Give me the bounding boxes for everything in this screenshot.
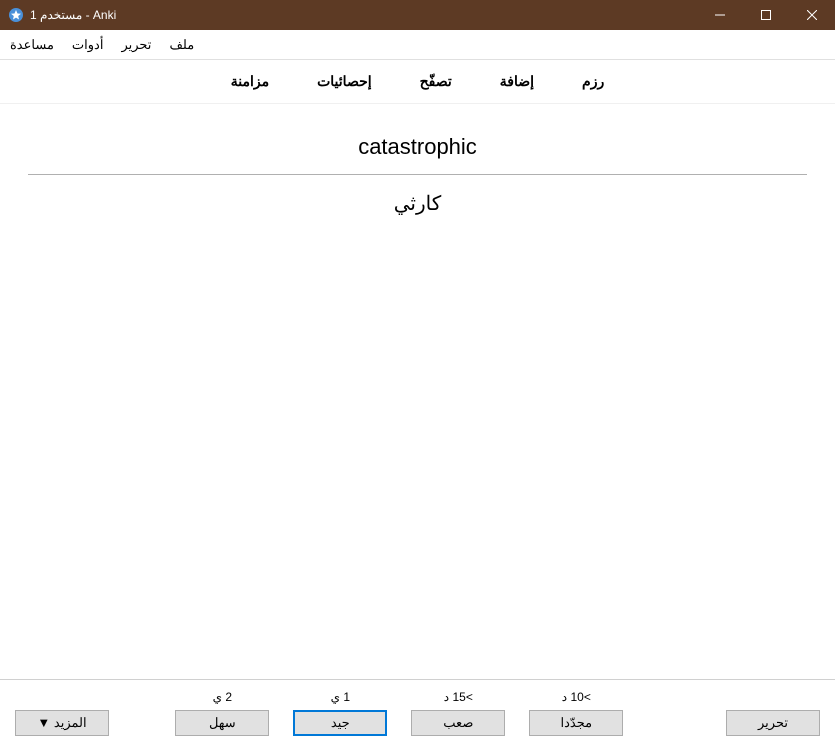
window-controls: [697, 0, 835, 30]
bottom-bar: المزيد ▼ 2 ي سهل 1 ي جيد >15 د صعب >10 د…: [0, 679, 835, 752]
answer-good-col: 1 ي جيد: [293, 690, 387, 736]
more-button[interactable]: المزيد ▼: [15, 710, 109, 736]
card-back: كارثي: [28, 191, 807, 216]
menubar: ملف تحرير أدوات مساعدة: [0, 30, 835, 60]
menu-file[interactable]: ملف: [169, 37, 194, 53]
edit-button[interactable]: تحرير: [726, 710, 820, 736]
menu-edit[interactable]: تحرير: [121, 37, 151, 53]
maximize-button[interactable]: [743, 0, 789, 30]
content-area: catastrophic كارثي: [0, 104, 835, 679]
interval-hard: >15 د: [444, 690, 473, 704]
toolbar-sync[interactable]: مزامنة: [231, 73, 269, 90]
menu-help[interactable]: مساعدة: [10, 37, 54, 53]
answer-good-button[interactable]: جيد: [293, 710, 387, 736]
toolbar-add[interactable]: إضافة: [500, 73, 534, 90]
answer-again-col: >10 د مجدّدا: [529, 690, 623, 736]
toolbar-decks[interactable]: رزم: [582, 73, 604, 90]
window-title: مستخدم 1 - Anki: [30, 8, 116, 22]
answer-buttons: 2 ي سهل 1 ي جيد >15 د صعب >10 د مجدّدا: [175, 690, 623, 736]
answer-easy-button[interactable]: سهل: [175, 710, 269, 736]
answer-easy-col: 2 ي سهل: [175, 690, 269, 736]
answer-hard-button[interactable]: صعب: [411, 710, 505, 736]
answer-hard-col: >15 د صعب: [411, 690, 505, 736]
answer-again-button[interactable]: مجدّدا: [529, 710, 623, 736]
minimize-button[interactable]: [697, 0, 743, 30]
close-button[interactable]: [789, 0, 835, 30]
menu-tools[interactable]: أدوات: [72, 37, 104, 53]
toolbar-stats[interactable]: إحصائيات: [317, 73, 372, 90]
interval-good: 1 ي: [331, 690, 350, 704]
app-icon: [8, 7, 24, 23]
interval-again: >10 د: [562, 690, 591, 704]
titlebar: مستخدم 1 - Anki: [0, 0, 835, 30]
titlebar-left: مستخدم 1 - Anki: [8, 7, 116, 23]
interval-easy: 2 ي: [213, 690, 232, 704]
toolbar: رزم إضافة تصفّح إحصائيات مزامنة: [0, 60, 835, 104]
card-front: catastrophic: [28, 124, 807, 174]
toolbar-browse[interactable]: تصفّح: [420, 73, 452, 90]
card-divider: [28, 174, 807, 175]
